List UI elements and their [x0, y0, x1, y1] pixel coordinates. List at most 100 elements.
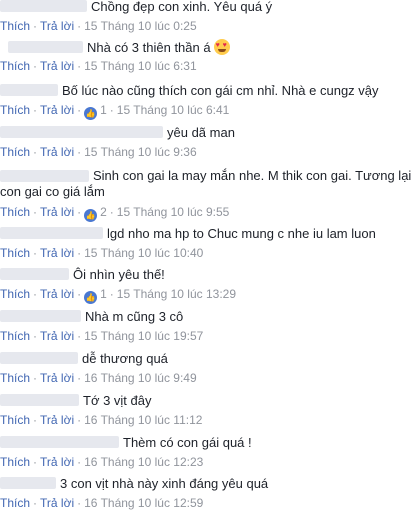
heart-eyes-emoji: ♥ ♥ — [213, 39, 230, 55]
commenter-name-redacted[interactable] — [8, 41, 83, 53]
comment: Nhà có 3 thiên thần á ♥ ♥ Thích · Trả lời · 15… — [0, 39, 416, 74]
commenter-name-redacted[interactable] — [0, 170, 89, 182]
thumbs-up-icon: 👍 — [84, 107, 98, 120]
commenter-name-redacted[interactable] — [0, 126, 163, 138]
comment-meta: Thích · Trả lời · 15 Tháng 10 lúc 0:25 — [0, 19, 197, 33]
like-link[interactable]: Thích — [0, 246, 30, 260]
like-link[interactable]: Thích — [0, 455, 30, 469]
comment-text: Chồng đẹp con xinh. Yêu quá ý — [91, 0, 273, 14]
comment-body: Ôi nhìn yêu thế! — [0, 267, 416, 283]
reply-link[interactable]: Trả lời — [40, 19, 74, 33]
commenter-name-redacted[interactable] — [0, 352, 78, 364]
like-link[interactable]: Thích — [0, 413, 30, 427]
reply-link[interactable]: Trả lời — [40, 59, 74, 73]
comment-timestamp[interactable]: 15 Tháng 10 lúc 9:55 — [117, 205, 230, 219]
comment-text: Thèm có con gái quá ! — [123, 435, 252, 450]
commenter-name-redacted[interactable] — [0, 310, 81, 322]
like-count[interactable]: 1 — [100, 103, 107, 117]
commenter-name-redacted[interactable] — [0, 268, 69, 280]
commenter-name-redacted[interactable] — [0, 84, 58, 96]
reply-link[interactable]: Trả lời — [40, 145, 74, 159]
comment-timestamp[interactable]: 15 Tháng 10 lúc 13:29 — [117, 287, 236, 301]
comment-timestamp[interactable]: 15 Tháng 10 lúc 19:57 — [84, 329, 203, 343]
comment-meta: Thích · Trả lời · 16 Tháng 10 lúc 12:23 — [0, 455, 204, 469]
reply-link[interactable]: Trả lời — [40, 246, 74, 260]
comment-meta: Thích · Trả lời · 👍 2 · 15 Tháng 10 lúc 9:55 — [0, 205, 230, 222]
comment-body: dễ thương quá — [0, 351, 416, 367]
reply-link[interactable]: Trả lời — [40, 455, 74, 469]
comment-meta: Thích · Trả lời · 15 Tháng 10 lúc 10:40 — [0, 246, 204, 260]
reply-link[interactable]: Trả lời — [40, 103, 74, 117]
comment-body: Chồng đẹp con xinh. Yêu quá ý — [0, 0, 416, 15]
thumbs-up-icon: 👍 — [84, 291, 98, 304]
comment-body: 3 con vịt nhà này xinh đáng yêu quá — [0, 476, 416, 492]
comment-timestamp[interactable]: 16 Tháng 10 lúc 9:49 — [84, 371, 197, 385]
comment: dễ thương quá Thích · Trả lời · 16 Tháng 10 … — [0, 351, 416, 386]
commenter-name-redacted[interactable] — [0, 0, 87, 12]
comment: lgd nho ma hp to Chuc mung c nhe iu lam … — [0, 226, 416, 261]
comment: Bố lúc nào cũng thích con gái cm nhỉ. Nh… — [0, 83, 416, 120]
comment: Tớ 3 vịt đây Thích · Trả lời · 16 Tháng 10 l… — [0, 393, 416, 428]
reply-link[interactable]: Trả lời — [40, 287, 74, 301]
comment-text: Bố lúc nào cũng thích con gái cm nhỉ. Nh… — [62, 83, 379, 98]
reply-link[interactable]: Trả lời — [40, 329, 74, 343]
comment-meta: Thích · Trả lời · 16 Tháng 10 lúc 12:59 — [0, 496, 204, 510]
comment-timestamp[interactable]: 16 Tháng 10 lúc 11:12 — [84, 413, 202, 427]
commenter-name-redacted[interactable] — [0, 394, 79, 406]
reply-link[interactable]: Trả lời — [40, 205, 74, 219]
comment-text: lgd nho ma hp to Chuc mung c nhe iu lam … — [107, 226, 376, 241]
comment-body: Thèm có con gái quá ! — [0, 435, 416, 451]
comment-body: Tớ 3 vịt đây — [0, 393, 416, 409]
comment-meta: Thích · Trả lời · 15 Tháng 10 lúc 6:31 — [0, 59, 197, 73]
comment: Nhà m cũng 3 cô Thích · Trả lời · 15 Tháng 1… — [0, 309, 416, 344]
comment-timestamp[interactable]: 16 Tháng 10 lúc 12:23 — [84, 455, 203, 469]
comment-timestamp[interactable]: 15 Tháng 10 lúc 6:31 — [84, 59, 197, 73]
comment: Sinh con gai la may mắn nhe. M thik con … — [0, 168, 416, 222]
like-link[interactable]: Thích — [0, 371, 30, 385]
comment-text: Tớ 3 vịt đây — [83, 393, 152, 408]
reply-link[interactable]: Trả lời — [40, 496, 74, 510]
commenter-name-redacted[interactable] — [0, 436, 119, 448]
comment-meta: Thích · Trả lời · 16 Tháng 10 lúc 9:49 — [0, 371, 197, 385]
comment-meta: Thích · Trả lời · 👍 1 · 15 Tháng 10 lúc 13:29 — [0, 287, 237, 304]
comment: 3 con vịt nhà này xinh đáng yêu quá Thíc… — [0, 476, 416, 511]
comment-body: Nhà có 3 thiên thần á ♥ ♥ — [0, 39, 416, 55]
thumbs-up-icon: 👍 — [84, 209, 98, 222]
comment-text: Nhà có 3 thiên thần á — [87, 40, 211, 55]
comment-timestamp[interactable]: 15 Tháng 10 lúc 10:40 — [84, 246, 203, 260]
comment-text: Ôi nhìn yêu thế! — [73, 267, 165, 282]
comment-text: Nhà m cũng 3 cô — [85, 309, 184, 324]
like-link[interactable]: Thích — [0, 103, 30, 117]
comment: Thèm có con gái quá ! Thích · Trả lời · 16 T… — [0, 435, 416, 470]
reply-link[interactable]: Trả lời — [40, 413, 74, 427]
comment-body: Bố lúc nào cũng thích con gái cm nhỉ. Nh… — [0, 83, 416, 99]
like-link[interactable]: Thích — [0, 19, 30, 33]
like-count[interactable]: 1 — [100, 287, 107, 301]
like-link[interactable]: Thích — [0, 329, 30, 343]
comment-meta: Thích · Trả lời · 15 Tháng 10 lúc 19:57 — [0, 329, 204, 343]
commenter-name-redacted[interactable] — [0, 227, 103, 239]
comment-meta: Thích · Trả lời · 👍 1 · 15 Tháng 10 lúc 6:41 — [0, 103, 230, 120]
comment: Ôi nhìn yêu thế! Thích · Trả lời · 👍 1 · 15 Thá… — [0, 267, 416, 304]
comment-meta: Thích · Trả lời · 16 Tháng 10 lúc 11:12 — [0, 413, 203, 427]
like-link[interactable]: Thích — [0, 145, 30, 159]
comment-body: lgd nho ma hp to Chuc mung c nhe iu lam … — [0, 226, 416, 242]
comment-timestamp[interactable]: 16 Tháng 10 lúc 12:59 — [84, 496, 203, 510]
like-link[interactable]: Thích — [0, 496, 30, 510]
like-link[interactable]: Thích — [0, 59, 30, 73]
comment-timestamp[interactable]: 15 Tháng 10 lúc 0:25 — [84, 19, 197, 33]
like-link[interactable]: Thích — [0, 205, 30, 219]
comment-text: dễ thương quá — [82, 351, 168, 366]
commenter-name-redacted[interactable] — [0, 477, 56, 489]
comment-text: yêu dã man — [167, 125, 235, 140]
comment-body: yêu dã man — [0, 125, 416, 141]
like-count[interactable]: 2 — [100, 205, 107, 219]
like-link[interactable]: Thích — [0, 287, 30, 301]
reply-link[interactable]: Trả lời — [40, 371, 74, 385]
comment-timestamp[interactable]: 15 Tháng 10 lúc 6:41 — [117, 103, 230, 117]
comment: yêu dã man Thích · Trả lời · 15 Tháng 10 lúc… — [0, 125, 416, 160]
comment: Chồng đẹp con xinh. Yêu quá ý Thích · Trả … — [0, 0, 416, 34]
comment-meta: Thích · Trả lời · 15 Tháng 10 lúc 9:36 — [0, 145, 197, 159]
comment-timestamp[interactable]: 15 Tháng 10 lúc 9:36 — [84, 145, 197, 159]
comment-body: Nhà m cũng 3 cô — [0, 309, 416, 325]
